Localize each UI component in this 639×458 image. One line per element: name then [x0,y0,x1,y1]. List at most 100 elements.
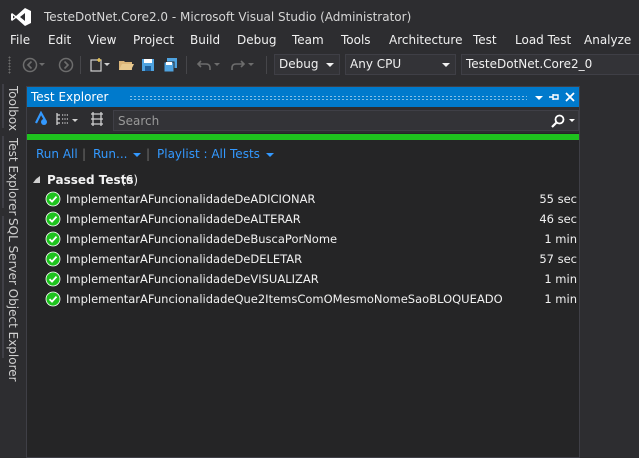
new-project-dropdown-icon[interactable] [104,63,110,66]
redo-dropdown-icon[interactable] [248,63,254,66]
passed-tests-group-header[interactable]: Passed Tests (6) [27,171,579,189]
title-bar: TesteDotNet.Core2.0 - Microsoft Visual S… [0,0,639,34]
search-icon[interactable] [550,113,566,129]
playlist-label: Playlist : All Tests [157,147,260,161]
chevron-down-icon [133,152,142,157]
test-name: ImplementarAFuncionalidadeDeADICIONAR [66,192,316,206]
editor-background [581,78,639,458]
menu-tools[interactable]: Tools [341,33,371,47]
run-tests-after-build-icon[interactable] [33,111,49,127]
test-row[interactable]: ImplementarAFuncionalidadeDeBuscaPorNome… [27,229,579,249]
chevron-down-icon [265,152,274,157]
run-label: Run... [93,147,128,161]
test-duration: 57 sec [539,252,577,266]
menu-analyze[interactable]: Analyze [584,33,631,47]
auto-hide-pin-icon[interactable] [546,89,562,105]
check-circle-icon [45,191,61,207]
side-tab-test-explorer[interactable]: Test Explorer [4,138,20,215]
test-duration: 1 min [544,272,577,286]
menu-build[interactable]: Build [190,33,220,47]
visual-studio-logo-icon [11,8,31,26]
navigate-forward-icon[interactable] [58,57,74,73]
test-name: ImplementarAFuncionalidadeQue2ItemsComOM… [66,292,503,306]
test-duration: 46 sec [539,212,577,226]
toolbar-grip[interactable] [8,56,11,74]
menu-test[interactable]: Test [473,33,497,47]
window-title: TesteDotNet.Core2.0 - Microsoft Visual S… [44,10,412,24]
panel-title: Test Explorer [31,90,109,104]
test-duration: 1 min [544,292,577,306]
playlist-dropdown-link[interactable]: Playlist : All Tests [157,147,274,161]
test-duration: 55 sec [539,192,577,206]
chevron-down-icon [326,63,334,67]
side-tab-toolbox[interactable]: Toolbox [4,86,20,131]
side-tab-strip: Toolbox Test Explorer SQL Server Object … [0,78,24,458]
undo-icon[interactable] [196,57,212,73]
navigate-back-dropdown-icon[interactable] [39,63,45,66]
actions-separator: | [82,147,87,161]
menu-edit[interactable]: Edit [48,33,71,47]
panel-header[interactable]: Test Explorer [27,87,579,107]
startup-project-value: TesteDotNet.Core2_0 [466,57,593,71]
test-name: ImplementarAFuncionalidadeDeALTERAR [66,212,301,226]
search-input[interactable] [118,113,538,129]
menu-file[interactable]: File [10,33,30,47]
panel-header-grip [129,95,527,100]
group-by-icon[interactable] [55,111,71,127]
test-row[interactable]: ImplementarAFuncionalidadeDeDELETAR 57 se… [27,249,579,269]
test-name: ImplementarAFuncionalidadeDeBuscaPorNome [66,232,338,246]
menu-project[interactable]: Project [133,33,174,47]
test-explorer-panel: Test Explorer Search Run All | Run... | … [26,86,580,458]
navigate-back-icon[interactable] [22,57,38,73]
save-all-icon[interactable] [163,57,179,73]
solution-platform-value: Any CPU [350,57,402,71]
startup-project-select[interactable]: TesteDotNet.Core2_0 [461,54,639,75]
collapse-triangle-icon[interactable] [33,176,40,183]
list-view-icon[interactable] [89,111,105,127]
undo-dropdown-icon[interactable] [214,63,220,66]
actions-separator: | [146,147,151,161]
test-run-progress-bar [27,134,579,140]
menu-architecture[interactable]: Architecture [389,33,462,47]
toolbar-separator [80,56,81,74]
group-by-dropdown-icon[interactable] [72,119,78,122]
solution-configuration-value: Debug [279,57,319,71]
run-all-link[interactable]: Run All [36,147,78,161]
solution-platform-select[interactable]: Any CPU [345,54,456,75]
check-circle-icon [45,251,61,267]
menu-load-test[interactable]: Load Test [515,33,571,47]
menu-team[interactable]: Team [292,33,324,47]
test-duration: 1 min [544,232,577,246]
toolbar-separator [266,56,267,74]
test-name: ImplementarAFuncionalidadeDeDELETAR [66,252,303,266]
solution-configuration-select[interactable]: Debug [274,54,340,75]
test-explorer-toolbar [27,107,579,133]
save-icon[interactable] [140,57,156,73]
menu-bar: File Edit View Project Build Debug Team … [0,32,639,52]
test-name: ImplementarAFuncionalidadeDeVISUALIZAR [66,272,319,286]
chevron-down-icon [442,63,450,67]
check-circle-icon [45,231,61,247]
standard-toolbar: Debug Any CPU TesteDotNet.Core2_0 [0,52,639,78]
group-count: (6) [121,173,138,187]
close-icon[interactable] [562,89,578,105]
side-tab-sql-server-object-explorer[interactable]: SQL Server Object Explorer [4,218,20,382]
window-position-dropdown-icon[interactable] [531,89,547,105]
menu-debug[interactable]: Debug [237,33,276,47]
toolbar-separator [186,56,187,74]
run-dropdown-link[interactable]: Run... [93,147,142,161]
open-file-icon[interactable] [118,57,134,73]
search-options-dropdown-icon[interactable] [569,119,575,122]
test-row[interactable]: ImplementarAFuncionalidadeDeVISUALIZAR 1 … [27,269,579,289]
check-circle-icon [45,291,61,307]
menu-view[interactable]: View [88,33,116,47]
test-actions-bar: Run All | Run... | Playlist : All Tests [27,141,579,167]
search-box [113,110,579,131]
test-row[interactable]: ImplementarAFuncionalidadeQue2ItemsComOM… [27,289,579,309]
check-circle-icon [45,271,61,287]
test-row[interactable]: ImplementarAFuncionalidadeDeADICIONAR 55 … [27,189,579,209]
new-project-icon[interactable] [88,57,104,73]
test-row[interactable]: ImplementarAFuncionalidadeDeALTERAR 46 se… [27,209,579,229]
check-circle-icon [45,211,61,227]
redo-icon[interactable] [230,57,246,73]
